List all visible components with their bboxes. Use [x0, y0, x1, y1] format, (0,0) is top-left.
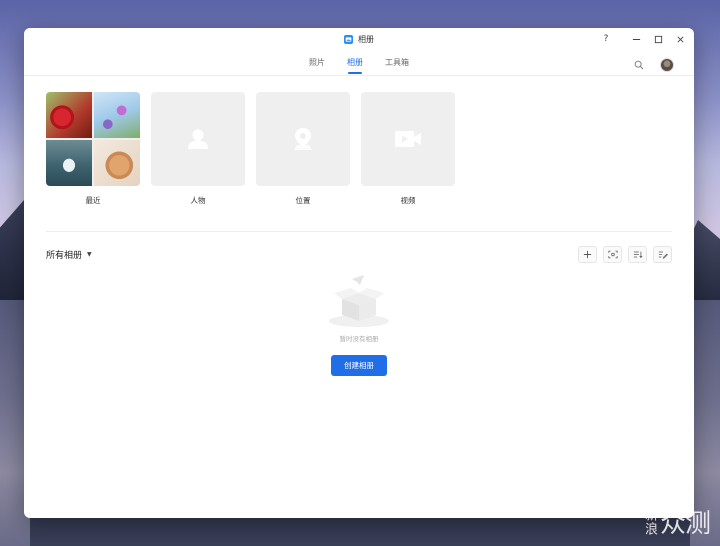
recent-photo-4 [94, 140, 140, 186]
watermark-big: 众测 [659, 509, 711, 539]
sort-button[interactable] [628, 246, 647, 263]
tab-bar: 照片 相册 工具箱 [24, 50, 694, 76]
close-button[interactable] [674, 32, 686, 46]
caret-down-icon: ▼ [87, 251, 92, 258]
empty-box-illustration [329, 275, 389, 327]
empty-state: 暂时没有相册 创建相册 [24, 271, 694, 376]
app-title: 相册 [344, 34, 374, 45]
tab-photos[interactable]: 照片 [309, 51, 325, 74]
photos-app-icon [344, 34, 353, 44]
albums-toolbar [578, 246, 672, 263]
tile-recent-label: 最近 [85, 196, 101, 205]
recent-photo-3 [46, 140, 92, 186]
watermark-small: 新浪 [641, 507, 657, 536]
tile-location-label: 位置 [295, 196, 311, 205]
category-tiles: 最近 人物 位置 视频 [24, 76, 694, 206]
recent-photo-2 [94, 92, 140, 138]
titlebar: 相册 ? [24, 28, 694, 50]
minimize-icon [632, 38, 640, 40]
close-icon [676, 35, 684, 43]
tab-albums[interactable]: 相册 [347, 51, 363, 74]
location-pin-icon [294, 128, 312, 150]
sort-list-icon [633, 251, 642, 258]
recent-collage [46, 92, 140, 186]
tile-people[interactable]: 人物 [151, 92, 245, 206]
tab-bar-actions [634, 55, 674, 74]
maximize-icon [654, 35, 662, 43]
albums-title: 所有相册 [46, 251, 83, 261]
search-icon [634, 60, 644, 70]
search-button[interactable] [634, 55, 644, 74]
video-camera-icon [395, 131, 421, 147]
window-title: 相册 [358, 34, 374, 44]
select-frame-icon [607, 250, 618, 259]
albums-header: 所有相册 ▼ [24, 232, 694, 263]
tab-toolbox[interactable]: 工具箱 [385, 51, 409, 74]
edit-button[interactable] [653, 246, 672, 263]
window-controls: ? [600, 32, 686, 46]
help-button[interactable]: ? [600, 32, 612, 46]
tile-video-label: 视频 [400, 196, 416, 205]
maximize-button[interactable] [652, 32, 664, 46]
recent-photo-1 [46, 92, 92, 138]
add-album-button[interactable] [578, 246, 597, 263]
select-button[interactable] [603, 246, 622, 263]
tile-recent[interactable]: 最近 [46, 92, 140, 206]
edit-list-icon [658, 251, 668, 259]
photos-app-window: 相册 ? 照片 相册 工具箱 最近 人物 位置 视频 所有相册 ▼ 暂时没有相册… [24, 28, 694, 518]
all-albums-dropdown[interactable]: 所有相册 ▼ [46, 248, 92, 261]
plus-icon [583, 250, 592, 259]
user-avatar[interactable] [660, 57, 674, 72]
create-album-button[interactable]: 创建相册 [331, 355, 387, 376]
minimize-button[interactable] [630, 32, 642, 46]
watermark: 新浪 众测 [641, 503, 711, 540]
tile-location[interactable]: 位置 [256, 92, 350, 206]
people-icon [188, 129, 208, 149]
tile-video[interactable]: 视频 [361, 92, 455, 206]
tile-people-label: 人物 [190, 196, 206, 205]
empty-message: 暂时没有相册 [339, 335, 379, 343]
